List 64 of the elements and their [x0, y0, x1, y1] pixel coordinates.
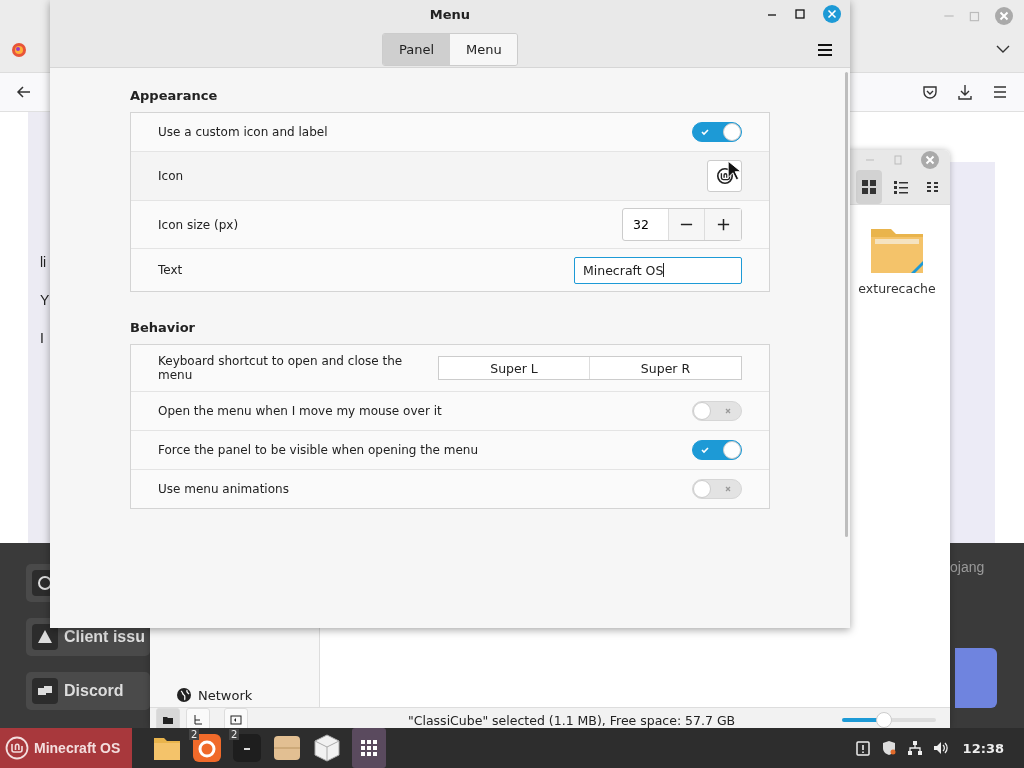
toggle-switch[interactable]: [692, 440, 742, 460]
view-button[interactable]: [856, 170, 882, 204]
pocket-icon[interactable]: [922, 84, 938, 100]
folder-icon: [162, 714, 174, 726]
taskbar-app[interactable]: 2: [232, 728, 262, 768]
page-text: Y: [40, 292, 50, 308]
setting-label: Keyboard shortcut to open and close the menu: [158, 354, 404, 382]
tab[interactable]: Menu: [450, 34, 517, 65]
download-icon[interactable]: [957, 84, 973, 100]
page-link-button[interactable]: Discord: [26, 672, 150, 710]
close-icon[interactable]: [822, 4, 842, 24]
warning-icon: [32, 624, 58, 650]
panel-icon: [230, 714, 242, 726]
menu-icon[interactable]: [817, 43, 833, 57]
increase-button[interactable]: [705, 209, 741, 240]
mouse-pointer-icon: [727, 160, 741, 181]
compact-view-icon: [925, 179, 941, 195]
maximize-icon[interactable]: [794, 8, 806, 20]
setting-label: Text: [158, 263, 183, 277]
tree-icon: [192, 714, 204, 726]
shield-icon[interactable]: [880, 740, 897, 756]
sidebar-item[interactable]: Network: [176, 687, 253, 703]
cross-icon: [723, 406, 733, 416]
setting-label: Use menu animations: [158, 482, 289, 496]
section-title: Behavior: [130, 320, 197, 335]
chat-icon: [32, 678, 58, 704]
check-icon: [700, 127, 710, 137]
setting-label: Force the panel to be visible when opening the menu: [158, 443, 479, 457]
window-count-badge: 2: [189, 729, 200, 740]
plus-icon: [715, 217, 731, 232]
list-view-icon: [893, 179, 909, 195]
globe-icon: [176, 687, 192, 703]
chevron-down-icon[interactable]: [996, 44, 1010, 54]
window-title: Menu: [429, 7, 471, 22]
status-text: "ClassiCube" selected (1.1 MB), Free space: 57.7 GB: [408, 712, 737, 728]
setting-label: Icon size (px): [158, 217, 239, 232]
network-icon[interactable]: [906, 740, 923, 756]
grid-view-icon: [861, 179, 877, 195]
tab[interactable]: Panel: [383, 34, 450, 65]
file-name[interactable]: exturecache: [858, 281, 936, 296]
page-text: ojang: [950, 559, 985, 575]
toggle-switch[interactable]: [692, 122, 742, 142]
taskbar-app[interactable]: [352, 728, 386, 768]
section-title: Appearance: [130, 88, 219, 103]
clock[interactable]: 12:38: [962, 740, 1004, 756]
page-text: li: [40, 254, 47, 270]
back-arrow-icon[interactable]: [16, 84, 32, 100]
cross-icon: [723, 484, 733, 494]
clipboard-icon[interactable]: [854, 740, 871, 756]
cube-icon: [312, 733, 342, 763]
logo-icon: [5, 736, 29, 760]
taskbar-app[interactable]: 2: [192, 728, 222, 768]
setting-label: Open the menu when I move my mouse over it: [158, 404, 442, 418]
volume-icon[interactable]: [932, 740, 949, 756]
text-field[interactable]: Minecraft OS: [574, 256, 742, 284]
window-count-badge: 2: [229, 729, 240, 740]
logo-icon: [715, 167, 734, 185]
check-icon: [700, 445, 710, 455]
box-icon: [272, 733, 302, 763]
setting-label: Use a custom icon and label: [158, 125, 328, 139]
start-menu-button[interactable]: Minecraft OS: [0, 728, 132, 768]
page-text: I: [40, 330, 44, 346]
setting-label: Icon: [158, 169, 184, 183]
browser-logo-icon[interactable]: [11, 42, 27, 58]
